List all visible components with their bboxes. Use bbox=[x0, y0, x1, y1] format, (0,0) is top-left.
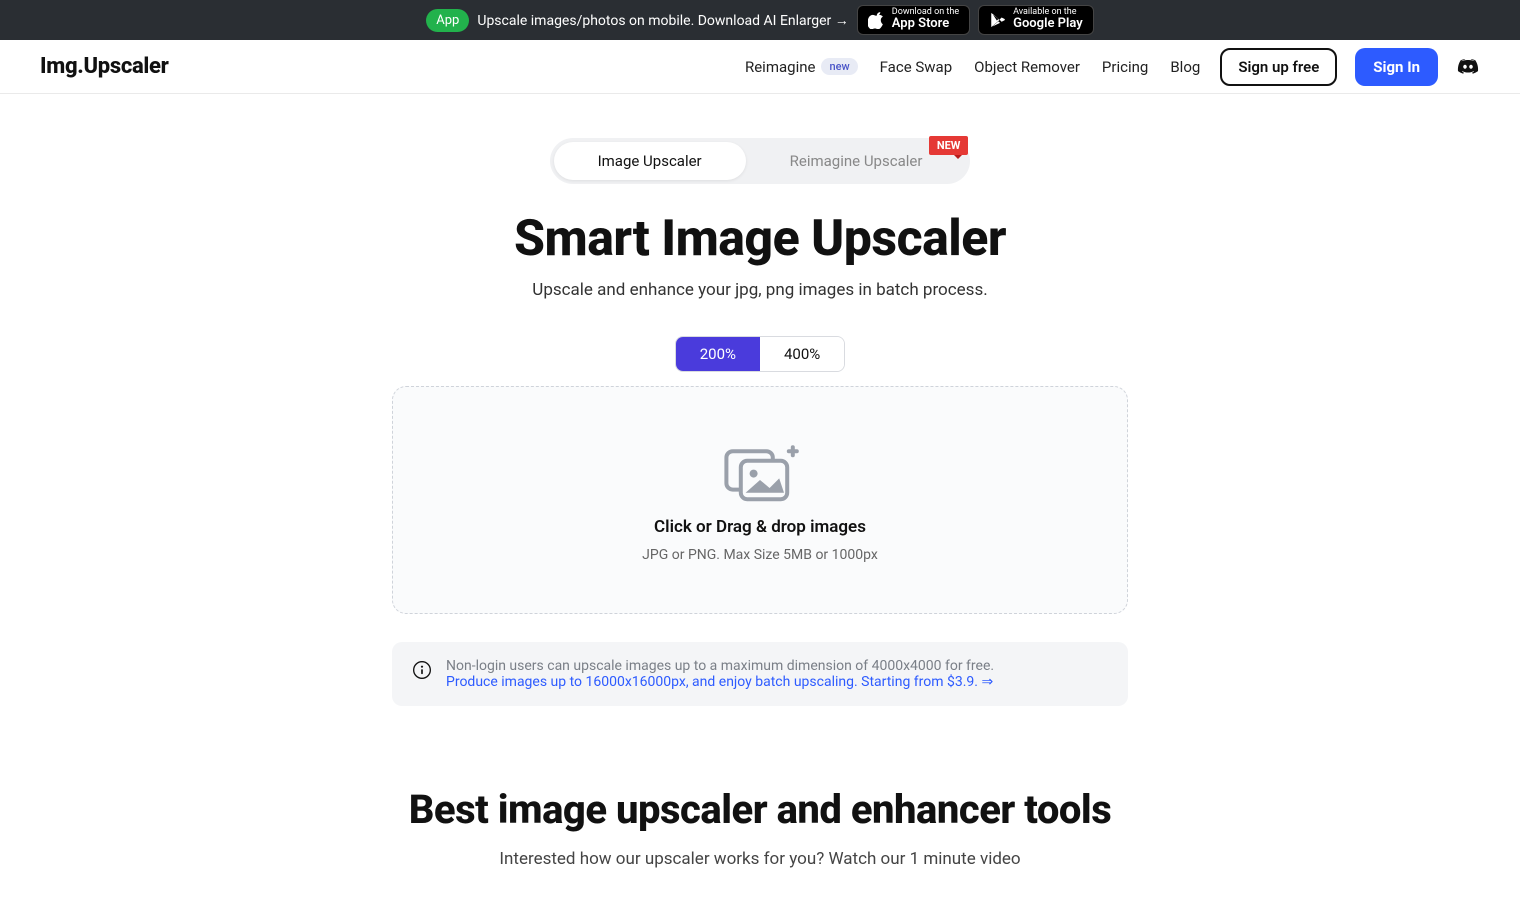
info-box: Non-login users can upscale images up to… bbox=[392, 642, 1128, 706]
nav-reimagine-label: Reimagine bbox=[745, 58, 815, 76]
dropzone-title: Click or Drag & drop images bbox=[654, 517, 866, 537]
tab-reimagine-upscaler[interactable]: Reimagine Upscaler NEW bbox=[746, 142, 967, 180]
appstore-button[interactable]: Download on the App Store bbox=[857, 5, 970, 35]
nav-objectremover[interactable]: Object Remover bbox=[972, 52, 1082, 82]
apple-icon bbox=[868, 11, 886, 29]
logo[interactable]: Img.Upscaler bbox=[40, 54, 169, 79]
main: Image Upscaler Reimagine Upscaler NEW Sm… bbox=[270, 138, 1250, 706]
googleplay-icon bbox=[989, 11, 1007, 29]
signup-button[interactable]: Sign up free bbox=[1220, 48, 1337, 86]
nav-pricing[interactable]: Pricing bbox=[1100, 52, 1150, 82]
dropzone[interactable]: Click or Drag & drop images JPG or PNG. … bbox=[392, 386, 1128, 614]
nav-blog[interactable]: Blog bbox=[1168, 52, 1202, 82]
section-tools: Best image upscaler and enhancer tools I… bbox=[0, 786, 1520, 909]
nav-new-badge: new bbox=[821, 58, 857, 75]
info-upgrade-link[interactable]: Produce images up to 16000x16000px, and … bbox=[446, 674, 994, 690]
tab-switch: Image Upscaler Reimagine Upscaler NEW bbox=[550, 138, 971, 184]
googleplay-large-text: Google Play bbox=[1013, 17, 1083, 31]
tab-reimagine-label: Reimagine Upscaler bbox=[790, 152, 923, 170]
scale-toggle: 200% 400% bbox=[675, 336, 846, 372]
logo-suffix: Upscaler bbox=[83, 54, 168, 79]
nav-faceswap[interactable]: Face Swap bbox=[878, 52, 955, 82]
discord-icon[interactable] bbox=[1456, 55, 1480, 79]
appstore-large-text: App Store bbox=[892, 17, 959, 31]
promo-text: Upscale images/photos on mobile. Downloa… bbox=[477, 12, 848, 29]
dropzone-subtitle: JPG or PNG. Max Size 5MB or 1000px bbox=[642, 547, 878, 563]
upload-image-icon bbox=[720, 437, 800, 507]
promo-app-badge: App bbox=[426, 9, 469, 32]
info-line1: Non-login users can upscale images up to… bbox=[446, 658, 994, 674]
info-icon bbox=[412, 660, 432, 680]
nav: Reimagine new Face Swap Object Remover P… bbox=[743, 48, 1480, 86]
logo-prefix: Img. bbox=[40, 54, 83, 79]
signin-button[interactable]: Sign In bbox=[1355, 48, 1438, 86]
section-tools-subtitle: Interested how our upscaler works for yo… bbox=[0, 849, 1520, 869]
page-subtitle: Upscale and enhance your jpg, png images… bbox=[270, 280, 1250, 300]
scale-400[interactable]: 400% bbox=[760, 337, 844, 371]
promo-bar: App Upscale images/photos on mobile. Dow… bbox=[0, 0, 1520, 40]
scale-200[interactable]: 200% bbox=[676, 337, 760, 371]
page-title: Smart Image Upscaler bbox=[270, 210, 1250, 268]
new-ribbon: NEW bbox=[929, 136, 969, 155]
googleplay-button[interactable]: Available on the Google Play bbox=[978, 5, 1094, 35]
nav-reimagine[interactable]: Reimagine new bbox=[743, 52, 860, 82]
section-tools-title: Best image upscaler and enhancer tools bbox=[0, 786, 1520, 833]
tab-image-upscaler[interactable]: Image Upscaler bbox=[554, 142, 746, 180]
header: Img.Upscaler Reimagine new Face Swap Obj… bbox=[0, 40, 1520, 94]
